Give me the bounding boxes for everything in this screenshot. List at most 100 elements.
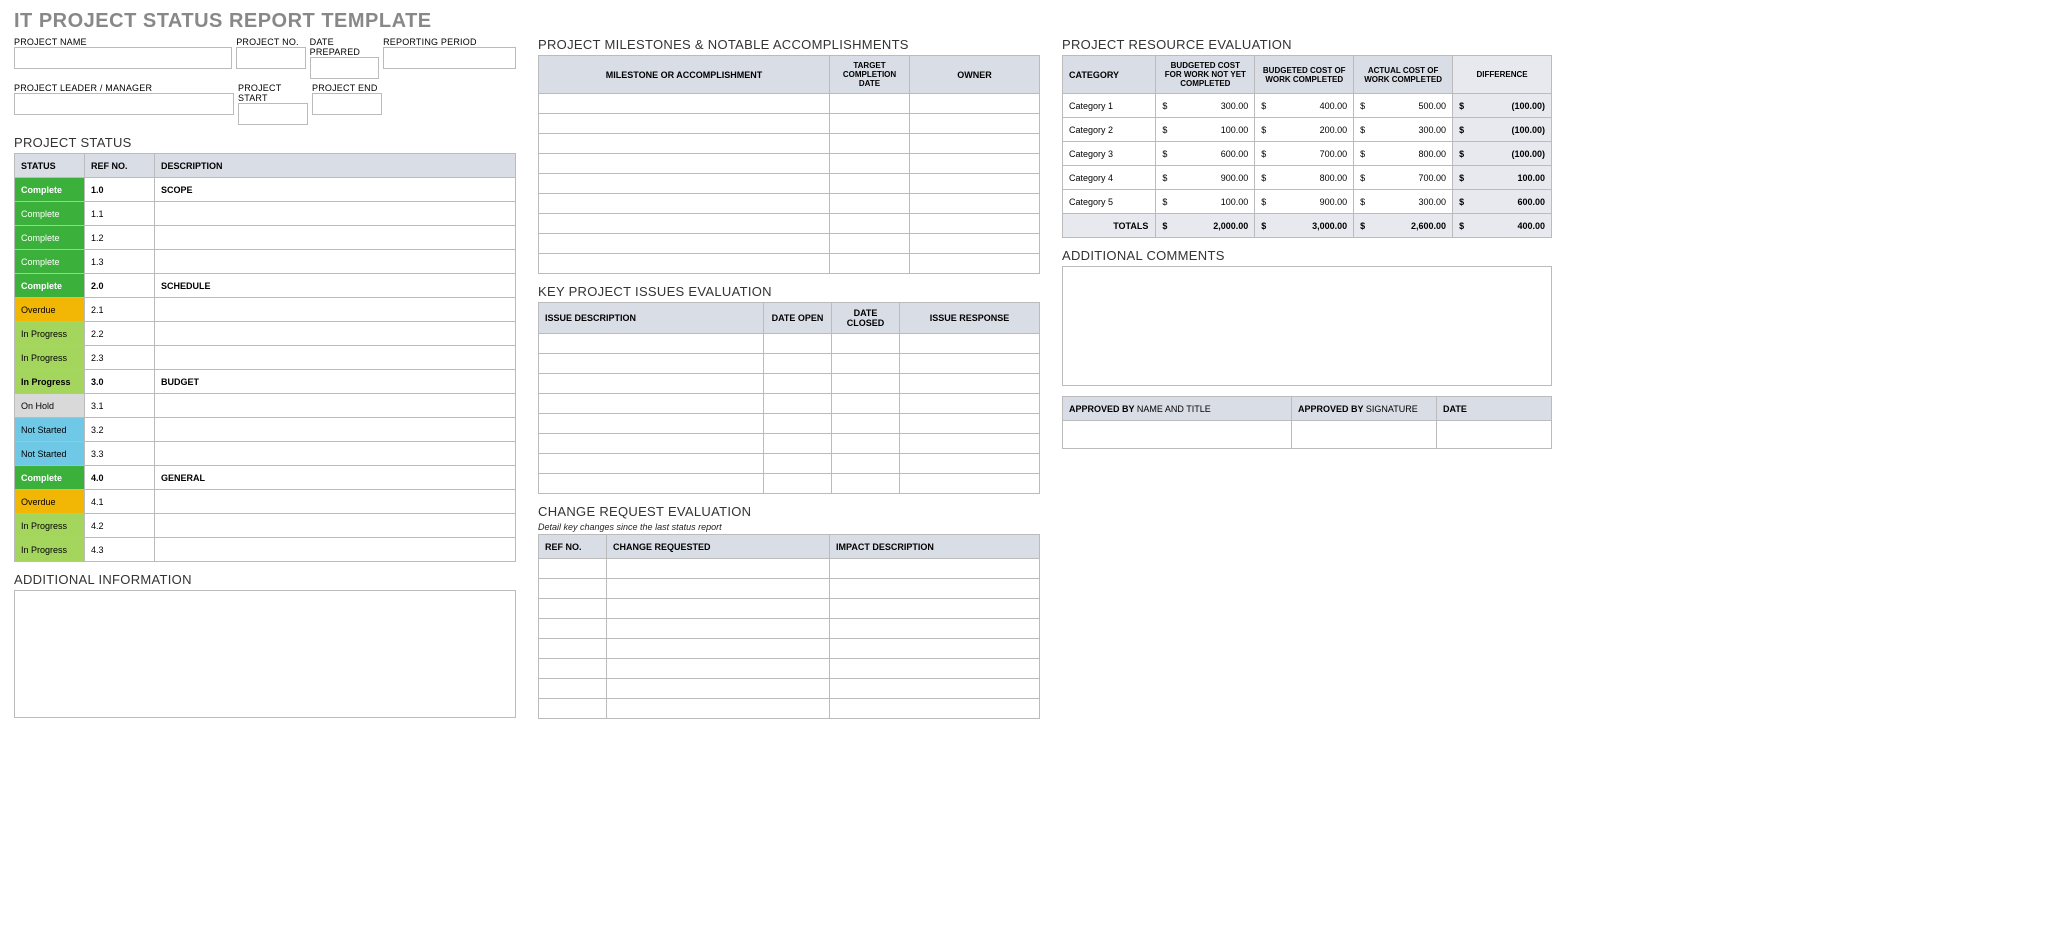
empty-cell[interactable] [539, 154, 830, 174]
empty-cell[interactable] [539, 434, 764, 454]
empty-cell[interactable] [830, 699, 1040, 719]
additional-info-box[interactable] [14, 590, 516, 718]
empty-cell[interactable] [539, 394, 764, 414]
desc-cell[interactable] [155, 346, 516, 370]
empty-cell[interactable] [910, 134, 1040, 154]
empty-cell[interactable] [539, 374, 764, 394]
empty-cell[interactable] [832, 434, 900, 454]
status-cell[interactable]: In Progress [15, 322, 85, 346]
empty-cell[interactable] [607, 679, 830, 699]
field-input[interactable] [238, 103, 308, 125]
empty-cell[interactable] [832, 394, 900, 414]
empty-cell[interactable] [539, 659, 607, 679]
status-cell[interactable]: Complete [15, 274, 85, 298]
empty-cell[interactable] [764, 434, 832, 454]
empty-cell[interactable] [832, 354, 900, 374]
empty-cell[interactable] [830, 579, 1040, 599]
empty-cell[interactable] [900, 474, 1040, 494]
desc-cell[interactable] [155, 250, 516, 274]
empty-cell[interactable] [539, 254, 830, 274]
empty-cell[interactable] [900, 334, 1040, 354]
empty-cell[interactable] [830, 134, 910, 154]
approved-date-cell[interactable] [1437, 421, 1552, 449]
status-cell[interactable]: Overdue [15, 298, 85, 322]
approved-sig-cell[interactable] [1292, 421, 1437, 449]
empty-cell[interactable] [607, 579, 830, 599]
empty-cell[interactable] [830, 174, 910, 194]
empty-cell[interactable] [539, 579, 607, 599]
empty-cell[interactable] [539, 619, 607, 639]
field-input[interactable] [310, 57, 379, 79]
empty-cell[interactable] [539, 114, 830, 134]
empty-cell[interactable] [830, 639, 1040, 659]
status-cell[interactable]: Overdue [15, 490, 85, 514]
status-cell[interactable]: Complete [15, 178, 85, 202]
desc-cell[interactable]: SCHEDULE [155, 274, 516, 298]
empty-cell[interactable] [900, 354, 1040, 374]
desc-cell[interactable] [155, 418, 516, 442]
desc-cell[interactable] [155, 226, 516, 250]
empty-cell[interactable] [900, 434, 1040, 454]
empty-cell[interactable] [539, 474, 764, 494]
empty-cell[interactable] [910, 154, 1040, 174]
desc-cell[interactable] [155, 538, 516, 562]
empty-cell[interactable] [830, 559, 1040, 579]
empty-cell[interactable] [900, 414, 1040, 434]
status-cell[interactable]: In Progress [15, 346, 85, 370]
status-cell[interactable]: Complete [15, 466, 85, 490]
empty-cell[interactable] [830, 154, 910, 174]
empty-cell[interactable] [910, 114, 1040, 134]
status-cell[interactable]: Complete [15, 202, 85, 226]
empty-cell[interactable] [539, 699, 607, 719]
desc-cell[interactable]: BUDGET [155, 370, 516, 394]
empty-cell[interactable] [830, 679, 1040, 699]
empty-cell[interactable] [910, 234, 1040, 254]
empty-cell[interactable] [539, 354, 764, 374]
empty-cell[interactable] [832, 454, 900, 474]
desc-cell[interactable] [155, 394, 516, 418]
empty-cell[interactable] [830, 659, 1040, 679]
empty-cell[interactable] [539, 174, 830, 194]
empty-cell[interactable] [832, 374, 900, 394]
empty-cell[interactable] [539, 679, 607, 699]
empty-cell[interactable] [539, 234, 830, 254]
empty-cell[interactable] [764, 474, 832, 494]
empty-cell[interactable] [832, 334, 900, 354]
desc-cell[interactable] [155, 202, 516, 226]
field-input[interactable] [383, 47, 516, 69]
empty-cell[interactable] [830, 94, 910, 114]
status-cell[interactable]: In Progress [15, 538, 85, 562]
status-cell[interactable]: In Progress [15, 514, 85, 538]
desc-cell[interactable]: GENERAL [155, 466, 516, 490]
empty-cell[interactable] [539, 599, 607, 619]
empty-cell[interactable] [607, 559, 830, 579]
desc-cell[interactable]: SCOPE [155, 178, 516, 202]
empty-cell[interactable] [607, 699, 830, 719]
empty-cell[interactable] [539, 214, 830, 234]
status-cell[interactable]: In Progress [15, 370, 85, 394]
empty-cell[interactable] [539, 134, 830, 154]
desc-cell[interactable] [155, 442, 516, 466]
empty-cell[interactable] [539, 414, 764, 434]
empty-cell[interactable] [539, 94, 830, 114]
empty-cell[interactable] [910, 94, 1040, 114]
empty-cell[interactable] [910, 254, 1040, 274]
empty-cell[interactable] [539, 194, 830, 214]
status-cell[interactable]: On Hold [15, 394, 85, 418]
empty-cell[interactable] [830, 214, 910, 234]
empty-cell[interactable] [910, 194, 1040, 214]
empty-cell[interactable] [830, 194, 910, 214]
empty-cell[interactable] [539, 454, 764, 474]
status-cell[interactable]: Complete [15, 226, 85, 250]
empty-cell[interactable] [764, 394, 832, 414]
empty-cell[interactable] [607, 599, 830, 619]
status-cell[interactable]: Not Started [15, 418, 85, 442]
empty-cell[interactable] [910, 174, 1040, 194]
status-cell[interactable]: Not Started [15, 442, 85, 466]
empty-cell[interactable] [539, 639, 607, 659]
status-cell[interactable]: Complete [15, 250, 85, 274]
empty-cell[interactable] [900, 454, 1040, 474]
empty-cell[interactable] [607, 619, 830, 639]
empty-cell[interactable] [830, 599, 1040, 619]
empty-cell[interactable] [539, 334, 764, 354]
